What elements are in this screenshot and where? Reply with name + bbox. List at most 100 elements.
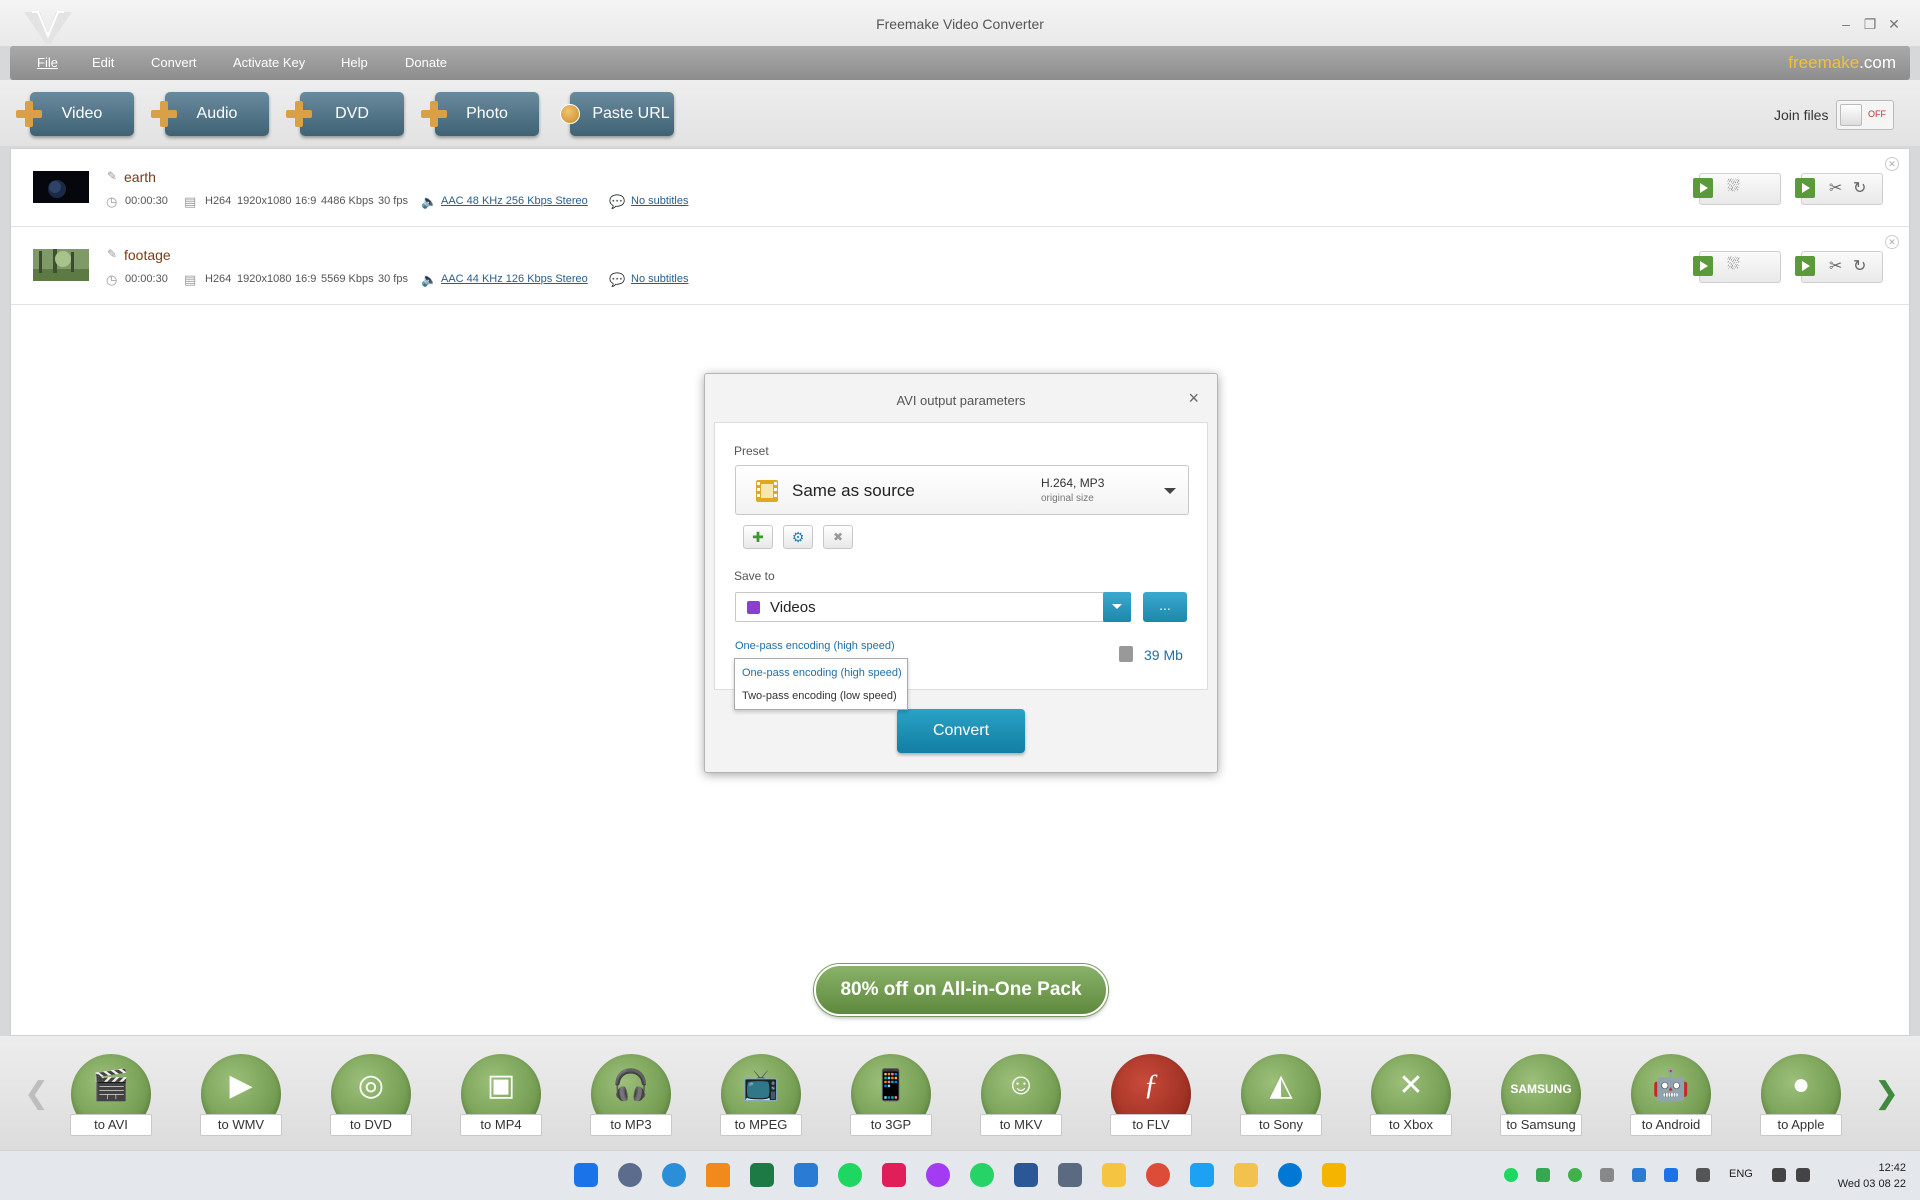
format-wmv-button[interactable]: ▶ to WMV: [198, 1054, 284, 1144]
scroll-right-arrow-icon[interactable]: ❯: [1874, 1076, 1899, 1111]
freemake-taskbar-icon[interactable]: [1322, 1163, 1346, 1187]
drive-tray-icon[interactable]: [1536, 1168, 1550, 1182]
slack-tray-icon[interactable]: [1696, 1168, 1710, 1182]
rename-pencil-icon[interactable]: ✎: [107, 247, 117, 261]
preview-play-button[interactable]: [1693, 256, 1713, 276]
scroll-left-arrow-icon[interactable]: ❮: [24, 1076, 49, 1111]
check-tray-icon[interactable]: [1568, 1168, 1582, 1182]
minimize-button[interactable]: –: [1836, 14, 1856, 34]
dialog-close-icon[interactable]: ×: [1188, 388, 1199, 409]
encoding-option-one-pass[interactable]: One-pass encoding (high speed): [742, 667, 902, 679]
rotate-icon[interactable]: ↻: [1853, 178, 1866, 198]
format-mp4-button[interactable]: ▣ to MP4: [458, 1054, 544, 1144]
menu-donate[interactable]: Donate: [405, 55, 447, 70]
bluetooth-icon[interactable]: [1664, 1168, 1678, 1182]
spotify-tray-icon[interactable]: [1504, 1168, 1518, 1182]
format-xbox-button[interactable]: ✕ to Xbox: [1368, 1054, 1454, 1144]
store-icon[interactable]: [794, 1163, 818, 1187]
menu-convert[interactable]: Convert: [151, 55, 197, 70]
format-sony-button[interactable]: ◭ to Sony: [1238, 1054, 1324, 1144]
format-mp3-button[interactable]: 🎧 to MP3: [588, 1054, 674, 1144]
clock-date[interactable]: Wed 03 08 22: [1820, 1178, 1906, 1190]
matryoshka-icon: ☺: [1005, 1068, 1037, 1101]
security-tray-icon[interactable]: [1632, 1168, 1646, 1182]
menu-help[interactable]: Help: [341, 55, 368, 70]
encoding-option-two-pass[interactable]: Two-pass encoding (low speed): [742, 690, 897, 702]
encoding-mode-link[interactable]: One-pass encoding (high speed): [735, 640, 895, 652]
paste-url-button[interactable]: Paste URL: [560, 92, 674, 136]
subtitles-link[interactable]: No subtitles: [631, 273, 688, 285]
add-dvd-button[interactable]: DVD: [286, 92, 404, 136]
calendar-icon[interactable]: [1234, 1163, 1258, 1187]
menu-activate-key[interactable]: Activate Key: [233, 55, 305, 70]
volume-icon[interactable]: [1796, 1168, 1810, 1182]
gear-icon[interactable]: ⚙: [783, 525, 813, 549]
add-audio-button[interactable]: Audio: [151, 92, 269, 136]
audio-track-link[interactable]: AAC 48 KHz 256 Kbps Stereo: [441, 195, 588, 207]
messenger-icon[interactable]: [926, 1163, 950, 1187]
join-files-toggle[interactable]: OFF: [1836, 100, 1894, 130]
slack-icon[interactable]: [882, 1163, 906, 1187]
media-player-icon: ▶: [229, 1069, 253, 1102]
settings-icon[interactable]: [618, 1163, 642, 1187]
whatsapp-icon[interactable]: [970, 1163, 994, 1187]
scissors-icon[interactable]: ✂: [1829, 256, 1842, 276]
format-mpeg-button[interactable]: 📺 to MPEG: [718, 1054, 804, 1144]
add-preset-button[interactable]: ✚: [743, 525, 773, 549]
word-icon[interactable]: [1014, 1163, 1038, 1187]
menu-edit[interactable]: Edit: [92, 55, 114, 70]
brand-link[interactable]: freemake.com: [1788, 53, 1896, 73]
watermark-icon[interactable]: ⛆: [1727, 256, 1740, 274]
rename-pencil-icon[interactable]: ✎: [107, 169, 117, 183]
rotate-icon[interactable]: ↻: [1853, 256, 1866, 276]
format-3gp-button[interactable]: 📱 to 3GP: [848, 1054, 934, 1144]
add-video-button[interactable]: Video: [16, 92, 134, 136]
menu-file[interactable]: File: [37, 55, 58, 70]
snipping-icon[interactable]: [1058, 1163, 1082, 1187]
remove-file-icon[interactable]: ✕: [1885, 157, 1899, 171]
file-name[interactable]: earth: [124, 169, 156, 185]
chrome-icon[interactable]: [1146, 1163, 1170, 1187]
vlc-icon[interactable]: [706, 1163, 730, 1187]
format-dvd-button[interactable]: ◎ to DVD: [328, 1054, 414, 1144]
edit-play-button[interactable]: [1795, 256, 1815, 276]
file-row[interactable]: ✎ earth ◷ 00:00:30 ▤ H264 1920x1080 16:9…: [11, 149, 1909, 227]
add-photo-button[interactable]: Photo: [421, 92, 539, 136]
remove-file-icon[interactable]: ✕: [1885, 235, 1899, 249]
format-android-button[interactable]: 🤖 to Android: [1628, 1054, 1714, 1144]
format-flv-button[interactable]: ƒ to FLV: [1108, 1054, 1194, 1144]
save-to-select[interactable]: Videos: [735, 592, 1111, 622]
format-avi-button[interactable]: 🎬 to AVI: [68, 1054, 154, 1144]
preview-play-button[interactable]: [1693, 178, 1713, 198]
file-name[interactable]: footage: [124, 247, 171, 263]
promo-button[interactable]: 80% off on All-in-One Pack: [814, 964, 1108, 1016]
clock-time[interactable]: 12:42: [1856, 1162, 1906, 1174]
excel-icon[interactable]: [750, 1163, 774, 1187]
convert-button[interactable]: Convert: [897, 709, 1025, 753]
browse-button[interactable]: ...: [1143, 592, 1187, 622]
restore-button[interactable]: ❐: [1860, 14, 1880, 34]
format-samsung-button[interactable]: SAMSUNG to Samsung: [1498, 1054, 1584, 1144]
edge-icon[interactable]: [662, 1163, 686, 1187]
wifi-icon[interactable]: [1772, 1168, 1786, 1182]
watermark-icon[interactable]: ⛆: [1727, 178, 1740, 196]
audio-track-link[interactable]: AAC 44 KHz 126 Kbps Stereo: [441, 273, 588, 285]
language-indicator[interactable]: ENG: [1729, 1168, 1753, 1180]
edit-play-button[interactable]: [1795, 178, 1815, 198]
spotify-icon[interactable]: [838, 1163, 862, 1187]
subtitles-link[interactable]: No subtitles: [631, 195, 688, 207]
save-to-dropdown-button[interactable]: [1103, 592, 1131, 622]
file-explorer-icon[interactable]: [1102, 1163, 1126, 1187]
skype-icon[interactable]: [1278, 1163, 1302, 1187]
scissors-icon[interactable]: ✂: [1829, 178, 1842, 198]
delete-preset-button[interactable]: ✖: [823, 525, 853, 549]
twitter-icon[interactable]: [1190, 1163, 1214, 1187]
format-mkv-button[interactable]: ☺ to MKV: [978, 1054, 1064, 1144]
usb-tray-icon[interactable]: [1600, 1168, 1614, 1182]
format-apple-button[interactable]: ● to Apple: [1758, 1054, 1844, 1144]
preset-select[interactable]: Same as source H.264, MP3 original size: [735, 465, 1189, 515]
start-icon[interactable]: [574, 1163, 598, 1187]
resolution: 1920x1080: [237, 273, 292, 285]
close-button[interactable]: ✕: [1884, 14, 1904, 34]
file-row[interactable]: ✎ footage ◷ 00:00:30 ▤ H264 1920x1080 16…: [11, 227, 1909, 305]
